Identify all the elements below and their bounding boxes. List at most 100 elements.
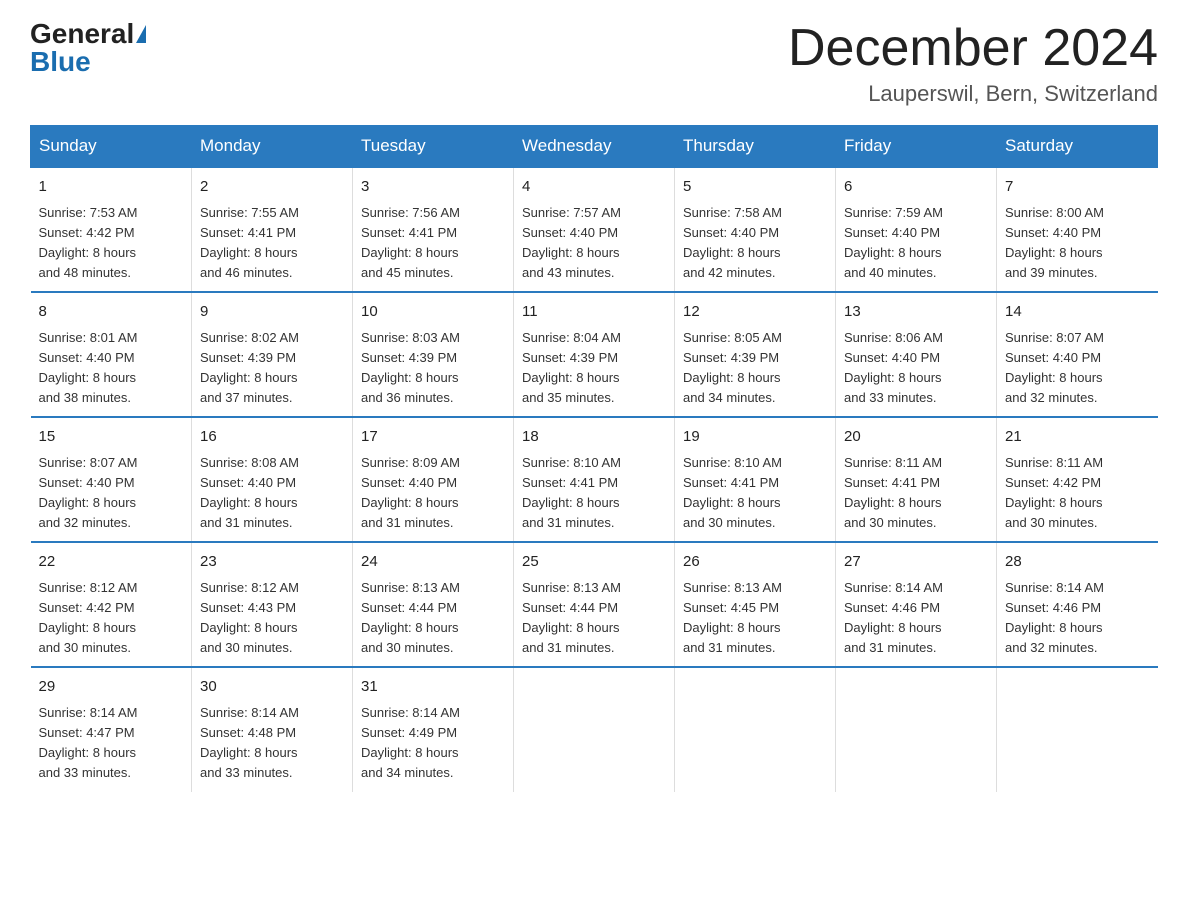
calendar-cell: 22 Sunrise: 8:12 AMSunset: 4:42 PMDayligh… (31, 542, 192, 667)
calendar-cell: 26Sunrise: 8:13 AMSunset: 4:45 PMDayligh… (675, 542, 836, 667)
day-info: Sunrise: 8:01 AMSunset: 4:40 PMDaylight:… (39, 328, 184, 409)
calendar-cell: 13 Sunrise: 8:06 AMSunset: 4:40 PMDayligh… (836, 292, 997, 417)
calendar-cell: 1 Sunrise: 7:53 AMSunset: 4:42 PMDaylight… (31, 167, 192, 292)
calendar-cell: 21 Sunrise: 8:11 AMSunset: 4:42 PMDayligh… (997, 417, 1158, 542)
calendar-cell: 25 Sunrise: 8:13 AMSunset: 4:44 PMDayligh… (514, 542, 675, 667)
calendar-cell: 9 Sunrise: 8:02 AMSunset: 4:39 PMDaylight… (192, 292, 353, 417)
calendar-cell: 6Sunrise: 7:59 AMSunset: 4:40 PMDaylight… (836, 167, 997, 292)
calendar-cell: 18 Sunrise: 8:10 AMSunset: 4:41 PMDayligh… (514, 417, 675, 542)
calendar-cell: 27 Sunrise: 8:14 AMSunset: 4:46 PMDayligh… (836, 542, 997, 667)
calendar-cell: 17 Sunrise: 8:09 AMSunset: 4:40 PMDayligh… (353, 417, 514, 542)
day-number: 11 (522, 301, 666, 324)
day-number: 8 (39, 301, 184, 324)
day-number: 7 (1005, 176, 1150, 199)
day-number: 1 (39, 176, 184, 199)
day-info: Sunrise: 8:11 AMSunset: 4:41 PMDaylight:… (844, 453, 988, 534)
day-number: 17 (361, 426, 505, 449)
calendar-cell: 23 Sunrise: 8:12 AMSunset: 4:43 PMDayligh… (192, 542, 353, 667)
calendar-cell: 31 Sunrise: 8:14 AMSunset: 4:49 PMDayligh… (353, 667, 514, 791)
day-info: Sunrise: 8:06 AMSunset: 4:40 PMDaylight:… (844, 328, 988, 409)
day-info: Sunrise: 8:05 AMSunset: 4:39 PMDaylight:… (683, 328, 827, 409)
calendar-cell (997, 667, 1158, 791)
day-info: Sunrise: 7:56 AMSunset: 4:41 PMDaylight:… (361, 203, 505, 284)
weekday-header-saturday: Saturday (997, 126, 1158, 168)
day-info: Sunrise: 8:10 AMSunset: 4:41 PMDaylight:… (683, 453, 827, 534)
calendar-table: SundayMondayTuesdayWednesdayThursdayFrid… (30, 125, 1158, 791)
day-number: 31 (361, 676, 505, 699)
day-number: 30 (200, 676, 344, 699)
day-info: Sunrise: 7:59 AMSunset: 4:40 PMDaylight:… (844, 203, 988, 284)
day-number: 3 (361, 176, 505, 199)
day-number: 13 (844, 301, 988, 324)
calendar-cell: 8 Sunrise: 8:01 AMSunset: 4:40 PMDaylight… (31, 292, 192, 417)
day-info: Sunrise: 8:09 AMSunset: 4:40 PMDaylight:… (361, 453, 505, 534)
day-number: 20 (844, 426, 988, 449)
day-number: 12 (683, 301, 827, 324)
day-info: Sunrise: 8:13 AMSunset: 4:44 PMDaylight:… (361, 578, 505, 659)
calendar-cell: 3 Sunrise: 7:56 AMSunset: 4:41 PMDaylight… (353, 167, 514, 292)
day-number: 5 (683, 176, 827, 199)
day-number: 21 (1005, 426, 1150, 449)
day-info: Sunrise: 8:00 AMSunset: 4:40 PMDaylight:… (1005, 203, 1150, 284)
day-number: 10 (361, 301, 505, 324)
day-info: Sunrise: 8:12 AMSunset: 4:42 PMDaylight:… (39, 578, 184, 659)
day-number: 26 (683, 551, 827, 574)
day-info: Sunrise: 7:53 AMSunset: 4:42 PMDaylight:… (39, 203, 184, 284)
day-info: Sunrise: 8:13 AMSunset: 4:44 PMDaylight:… (522, 578, 666, 659)
day-info: Sunrise: 8:07 AMSunset: 4:40 PMDaylight:… (39, 453, 184, 534)
weekday-header-monday: Monday (192, 126, 353, 168)
calendar-cell (675, 667, 836, 791)
day-info: Sunrise: 8:03 AMSunset: 4:39 PMDaylight:… (361, 328, 505, 409)
weekday-header-sunday: Sunday (31, 126, 192, 168)
day-number: 29 (39, 676, 184, 699)
weekday-header-friday: Friday (836, 126, 997, 168)
day-info: Sunrise: 8:14 AMSunset: 4:49 PMDaylight:… (361, 703, 505, 784)
day-info: Sunrise: 8:14 AMSunset: 4:46 PMDaylight:… (844, 578, 988, 659)
calendar-cell: 19 Sunrise: 8:10 AMSunset: 4:41 PMDayligh… (675, 417, 836, 542)
day-info: Sunrise: 8:10 AMSunset: 4:41 PMDaylight:… (522, 453, 666, 534)
calendar-cell: 29Sunrise: 8:14 AMSunset: 4:47 PMDayligh… (31, 667, 192, 791)
day-info: Sunrise: 8:04 AMSunset: 4:39 PMDaylight:… (522, 328, 666, 409)
day-info: Sunrise: 7:57 AMSunset: 4:40 PMDaylight:… (522, 203, 666, 284)
calendar-week-row: 1 Sunrise: 7:53 AMSunset: 4:42 PMDaylight… (31, 167, 1158, 292)
day-info: Sunrise: 8:11 AMSunset: 4:42 PMDaylight:… (1005, 453, 1150, 534)
logo: General Blue (30, 20, 146, 76)
page-header: General Blue December 2024 Lauperswil, B… (30, 20, 1158, 107)
day-info: Sunrise: 8:12 AMSunset: 4:43 PMDaylight:… (200, 578, 344, 659)
day-number: 19 (683, 426, 827, 449)
day-number: 9 (200, 301, 344, 324)
location: Lauperswil, Bern, Switzerland (788, 81, 1158, 107)
day-number: 24 (361, 551, 505, 574)
day-info: Sunrise: 8:02 AMSunset: 4:39 PMDaylight:… (200, 328, 344, 409)
logo-general-text: General (30, 20, 134, 48)
calendar-cell: 10 Sunrise: 8:03 AMSunset: 4:39 PMDayligh… (353, 292, 514, 417)
calendar-week-row: 8 Sunrise: 8:01 AMSunset: 4:40 PMDaylight… (31, 292, 1158, 417)
calendar-cell: 15 Sunrise: 8:07 AMSunset: 4:40 PMDayligh… (31, 417, 192, 542)
day-number: 2 (200, 176, 344, 199)
calendar-cell: 7 Sunrise: 8:00 AMSunset: 4:40 PMDaylight… (997, 167, 1158, 292)
calendar-week-row: 15 Sunrise: 8:07 AMSunset: 4:40 PMDayligh… (31, 417, 1158, 542)
day-number: 25 (522, 551, 666, 574)
day-number: 22 (39, 551, 184, 574)
calendar-cell: 24 Sunrise: 8:13 AMSunset: 4:44 PMDayligh… (353, 542, 514, 667)
title-block: December 2024 Lauperswil, Bern, Switzerl… (788, 20, 1158, 107)
day-info: Sunrise: 7:55 AMSunset: 4:41 PMDaylight:… (200, 203, 344, 284)
calendar-cell: 12 Sunrise: 8:05 AMSunset: 4:39 PMDayligh… (675, 292, 836, 417)
day-info: Sunrise: 8:07 AMSunset: 4:40 PMDaylight:… (1005, 328, 1150, 409)
calendar-cell: 20 Sunrise: 8:11 AMSunset: 4:41 PMDayligh… (836, 417, 997, 542)
day-info: Sunrise: 7:58 AMSunset: 4:40 PMDaylight:… (683, 203, 827, 284)
day-info: Sunrise: 8:14 AMSunset: 4:46 PMDaylight:… (1005, 578, 1150, 659)
weekday-header-thursday: Thursday (675, 126, 836, 168)
calendar-cell: 4 Sunrise: 7:57 AMSunset: 4:40 PMDaylight… (514, 167, 675, 292)
day-number: 14 (1005, 301, 1150, 324)
weekday-header-row: SundayMondayTuesdayWednesdayThursdayFrid… (31, 126, 1158, 168)
calendar-cell: 5 Sunrise: 7:58 AMSunset: 4:40 PMDaylight… (675, 167, 836, 292)
calendar-cell (514, 667, 675, 791)
day-number: 15 (39, 426, 184, 449)
weekday-header-tuesday: Tuesday (353, 126, 514, 168)
month-title: December 2024 (788, 20, 1158, 77)
day-number: 4 (522, 176, 666, 199)
day-number: 27 (844, 551, 988, 574)
day-number: 23 (200, 551, 344, 574)
day-number: 18 (522, 426, 666, 449)
